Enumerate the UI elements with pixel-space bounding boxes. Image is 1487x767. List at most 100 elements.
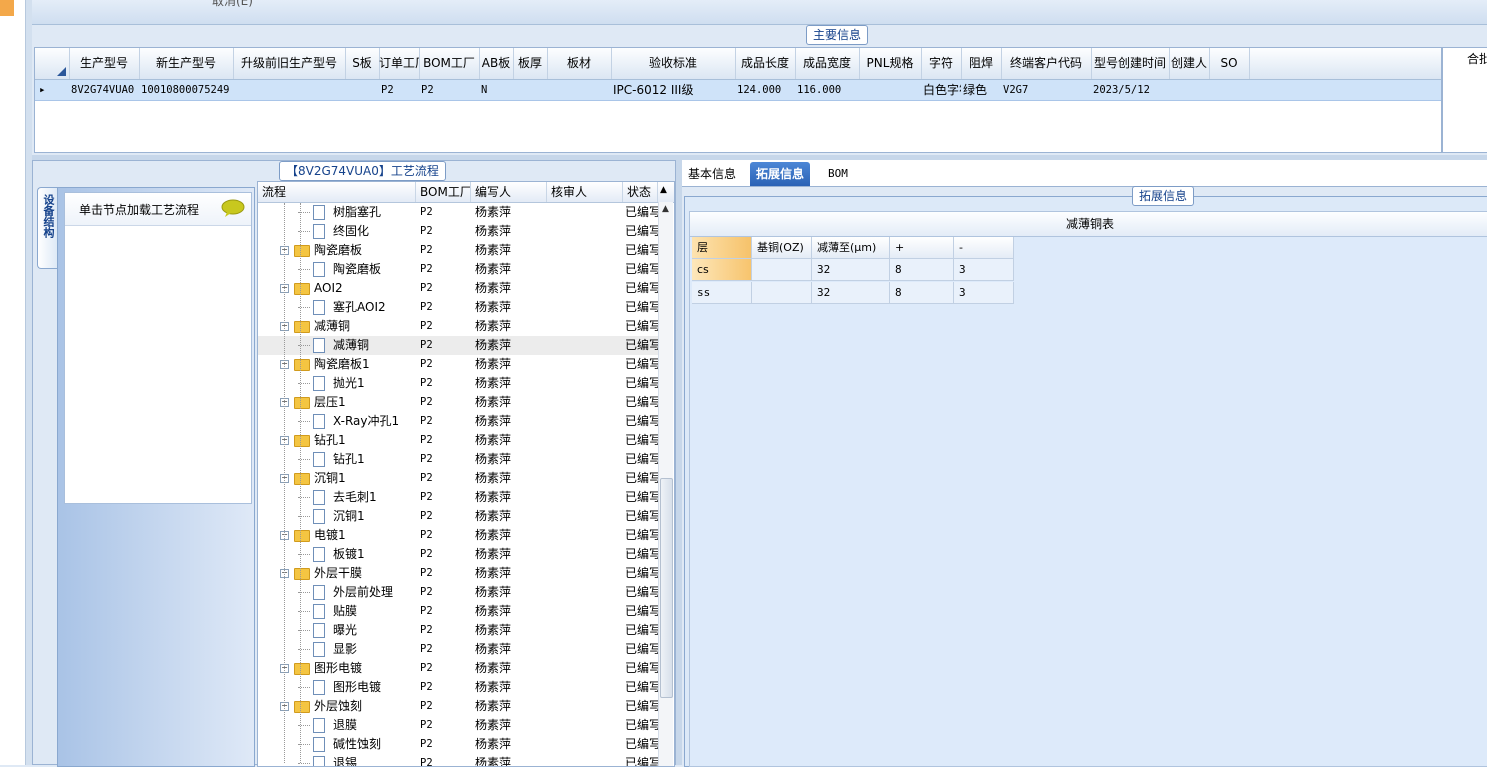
bom-factory-cell: P2 (420, 624, 433, 636)
tree-column-header[interactable]: 核审人 (547, 182, 623, 202)
tree-row[interactable]: 曝光 P2 杨素萍 已编写 (258, 621, 658, 640)
table-cell[interactable]: cs (692, 259, 752, 281)
table-column-header[interactable]: 基铜(OZ) (752, 237, 812, 259)
folder-icon (294, 568, 310, 580)
column-header[interactable]: SO (1209, 48, 1250, 79)
table-cell[interactable] (752, 259, 812, 281)
tree-row[interactable]: 贴膜 P2 杨素萍 已编写 (258, 602, 658, 621)
table-cell[interactable]: 3 (954, 259, 1014, 281)
column-header[interactable]: 成品宽度 (795, 48, 860, 79)
tree-row[interactable]: − 外层蚀刻 P2 杨素萍 已编写 (258, 697, 658, 716)
document-icon (313, 452, 325, 467)
column-header[interactable]: 字符 (921, 48, 962, 79)
writer-cell: 杨素萍 (475, 528, 512, 542)
status-cell: 已编写 (625, 528, 658, 542)
tree-scrollbar[interactable]: ▲ (658, 202, 673, 766)
tree-row[interactable]: − 图形电镀 P2 杨素萍 已编写 (258, 659, 658, 678)
tree-row[interactable]: − 层压1 P2 杨素萍 已编写 (258, 393, 658, 412)
tree-row[interactable]: 钻孔1 P2 杨素萍 已编写 (258, 450, 658, 469)
scroll-up-icon[interactable]: ▲ (662, 204, 669, 214)
column-header[interactable]: PNL规格 (859, 48, 922, 79)
status-cell: 已编写 (625, 414, 658, 428)
table-column-header[interactable]: - (954, 237, 1014, 259)
tree-row[interactable]: − 外层干膜 P2 杨素萍 已编写 (258, 564, 658, 583)
column-header[interactable]: 新生产型号 (139, 48, 234, 79)
tree-row[interactable]: 外层前处理 P2 杨素萍 已编写 (258, 583, 658, 602)
main-info-row[interactable]: ▸ 8V2G74VUA0 10010800075249 P2 P2 N IPC-6012 I… (35, 80, 1441, 101)
tab-basic-info[interactable]: 基本信息 (682, 162, 742, 186)
tree-row[interactable]: 去毛刺1 P2 杨素萍 已编写 (258, 488, 658, 507)
table-cell[interactable]: 8 (890, 282, 954, 304)
tree-row[interactable]: 显影 P2 杨素萍 已编写 (258, 640, 658, 659)
document-icon (313, 262, 325, 277)
table-column-header[interactable]: + (890, 237, 954, 259)
bom-factory-cell: P2 (420, 377, 433, 389)
table-cell[interactable]: 32 (812, 259, 890, 281)
tree-row[interactable]: − 陶瓷磨板 P2 杨素萍 已编写 (258, 241, 658, 260)
tree-row[interactable]: − 沉铜1 P2 杨素萍 已编写 (258, 469, 658, 488)
table-cell[interactable]: ss (692, 282, 752, 304)
column-header[interactable]: 终端客户代码 (1001, 48, 1092, 79)
main-info-grid[interactable]: 生产型号新生产型号升级前旧生产型号S板订单工厂BOM工厂AB板板厚板材验收标准成… (34, 47, 1442, 153)
scrollbar-thumb[interactable] (660, 478, 673, 698)
tree-row[interactable]: − 陶瓷磨板1 P2 杨素萍 已编写 (258, 355, 658, 374)
column-header[interactable]: S板 (345, 48, 380, 79)
tree-column-header[interactable]: 流程 (258, 182, 416, 202)
bom-factory-cell: P2 (420, 301, 433, 313)
column-header[interactable]: 型号创建时间 (1091, 48, 1170, 79)
bom-factory-cell: P2 (420, 434, 433, 446)
tree-node-label: 电镀1 (314, 528, 346, 542)
column-header[interactable]: 验收标准 (611, 48, 736, 79)
table-column-header[interactable]: 层 (692, 237, 752, 259)
tree-column-header[interactable]: 编写人 (471, 182, 547, 202)
tree-row[interactable]: − 钻孔1 P2 杨素萍 已编写 (258, 431, 658, 450)
tree-column-header[interactable]: BOM工厂 (416, 182, 471, 202)
column-header[interactable]: 生产型号 (69, 48, 140, 79)
left-strip (0, 0, 26, 765)
bom-factory-cell: P2 (420, 700, 433, 712)
table-column-header[interactable]: 减薄至(μm) (812, 237, 890, 259)
tab-bom[interactable]: BOM (822, 162, 854, 186)
writer-cell: 杨素萍 (475, 642, 512, 656)
sort-up-icon[interactable]: ▲ (660, 185, 667, 195)
column-header[interactable]: BOM工厂 (419, 48, 480, 79)
reviewer-cell (551, 336, 623, 355)
status-cell: 已编写 (625, 300, 658, 314)
side-tab-equipment[interactable]: 设备结构 (37, 187, 58, 269)
tree-row[interactable]: 退膜 P2 杨素萍 已编写 (258, 716, 658, 735)
tree-node-label: 钻孔1 (314, 433, 346, 447)
column-header[interactable]: 板材 (547, 48, 612, 79)
cancel-button[interactable]: 取消(E) (212, 0, 253, 9)
table-cell (515, 80, 547, 100)
tree-row[interactable]: 碱性蚀刻 P2 杨素萍 已编写 (258, 735, 658, 754)
tree-row[interactable]: − 电镀1 P2 杨素萍 已编写 (258, 526, 658, 545)
tree-row[interactable]: 塞孔AOI2 P2 杨素萍 已编写 (258, 298, 658, 317)
table-cell[interactable]: 3 (954, 282, 1014, 304)
tree-row[interactable]: 沉铜1 P2 杨素萍 已编写 (258, 507, 658, 526)
tree-row[interactable]: − AOI2 P2 杨素萍 已编写 (258, 279, 658, 298)
column-header[interactable]: 阻焊 (961, 48, 1002, 79)
column-header[interactable]: 订单工厂 (379, 48, 420, 79)
tree-row[interactable]: 抛光1 P2 杨素萍 已编写 (258, 374, 658, 393)
tree-column-header[interactable]: 状态 (623, 182, 658, 202)
status-cell: 已编写 (625, 585, 658, 599)
tree-row[interactable]: 图形电镀 P2 杨素萍 已编写 (258, 678, 658, 697)
column-header[interactable]: 成品长度 (735, 48, 796, 79)
tree-row[interactable]: 终固化 P2 杨素萍 已编写 (258, 222, 658, 241)
tree-row[interactable]: 退锡 P2 杨素萍 已编写 (258, 754, 658, 766)
tree-row[interactable]: 减薄铜 P2 杨素萍 已编写 (258, 336, 658, 355)
table-cell[interactable]: 8 (890, 259, 954, 281)
table-cell[interactable] (752, 282, 812, 304)
tree-row[interactable]: 板镀1 P2 杨素萍 已编写 (258, 545, 658, 564)
tree-row[interactable]: − 减薄铜 P2 杨素萍 已编写 (258, 317, 658, 336)
table-cell[interactable]: 32 (812, 282, 890, 304)
tree-row[interactable]: X-Ray冲孔1 P2 杨素萍 已编写 (258, 412, 658, 431)
tree-row[interactable]: 树脂塞孔 P2 杨素萍 已编写 (258, 203, 658, 222)
flow-tree[interactable]: 流程 BOM工厂 编写人 核审人 状态 ▲ 树脂塞孔 P2 杨素萍 已编写 终固化 P2 杨素萍 已编写… (257, 181, 675, 767)
column-header[interactable]: 创建人 (1169, 48, 1210, 79)
tree-row[interactable]: 陶瓷磨板 P2 杨素萍 已编写 (258, 260, 658, 279)
column-header[interactable]: 升级前旧生产型号 (233, 48, 346, 79)
column-header[interactable]: 板厚 (513, 48, 548, 79)
column-header[interactable]: AB板 (479, 48, 514, 79)
tab-extended-info[interactable]: 拓展信息 (750, 162, 811, 186)
